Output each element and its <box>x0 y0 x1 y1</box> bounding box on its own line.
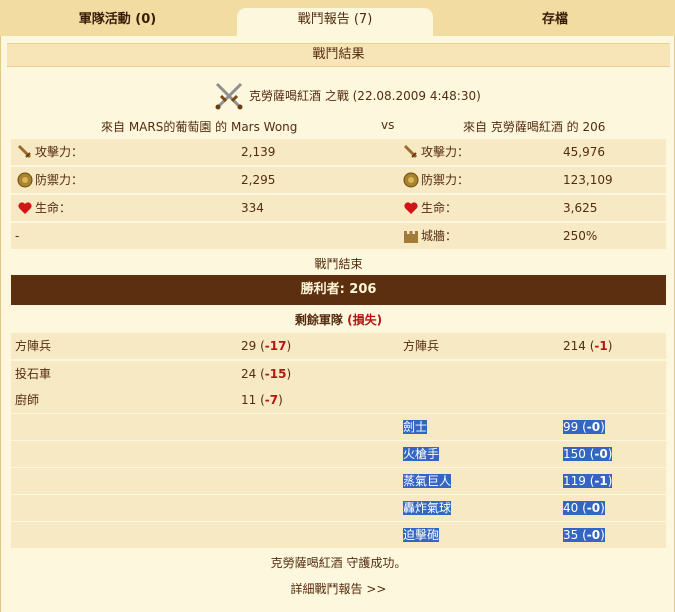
loss-label: (損失) <box>347 313 383 327</box>
attacker-life-value: 334 <box>241 201 264 215</box>
section-title: 戰鬥結果 <box>7 43 670 67</box>
battle-end-text: 戰鬥結束 <box>314 257 363 271</box>
attacker-attack-value: 2,139 <box>241 145 276 159</box>
unit-count: 24 (-15) <box>241 367 292 381</box>
attacker-name: 來自 MARS的葡萄園 的 Mars Wong <box>101 120 298 134</box>
shield-icon <box>17 172 33 188</box>
table-row: 迫擊砲 35 (-0) <box>11 522 666 548</box>
life-label: 生命： <box>35 201 72 215</box>
wall-icon <box>404 231 418 243</box>
sword-icon <box>403 144 418 159</box>
table-row: 投石車 24 (-15) <box>11 361 666 387</box>
unit-name: 火槍手 <box>403 447 440 461</box>
defense-label: 防禦力： <box>35 173 84 187</box>
life-label: 生命： <box>421 201 458 215</box>
unit-count: 99 (-0) <box>563 420 605 434</box>
stat-row-life: 生命： 334 生命： 3,625 <box>11 195 666 221</box>
versus-label: vs <box>381 118 395 132</box>
unit-name: 蒸氣巨人 <box>403 474 452 488</box>
unit-count: 150 (-0) <box>563 447 613 461</box>
table-row: 廚師 11 (-7) <box>11 387 666 413</box>
unit-name: 迫擊砲 <box>403 528 440 542</box>
defender-name: 來自 克勞薩喝紅酒 的 206 <box>463 120 606 134</box>
attack-label: 攻擊力： <box>421 145 470 159</box>
unit-count: 29 (-17) <box>241 339 292 353</box>
report-panel: 戰鬥結果 克勞薩喝紅酒 之戰 (22.08.2009 4:48:30) 來自 M… <box>0 36 675 612</box>
stat-row-wall: - 城牆： 250% <box>11 223 666 249</box>
unit-count: 35 (-0) <box>563 528 605 542</box>
attacker-defense-value: 2,295 <box>241 173 276 187</box>
table-row: 方陣兵 29 (-17) 方陣兵 214 (-1) <box>11 333 666 359</box>
unit-name: 方陣兵 <box>15 339 52 353</box>
table-row: 劍士 99 (-0) <box>11 414 666 440</box>
tab-troop-movements[interactable]: 軍隊活動 (0) <box>0 8 235 36</box>
tab-archive[interactable]: 存檔 <box>435 8 675 36</box>
unit-name: 投石車 <box>15 367 52 381</box>
defender-defense-value: 123,109 <box>563 173 613 187</box>
heart-icon <box>404 202 418 214</box>
unit-name: 劍士 <box>403 420 428 434</box>
tab-combat-reports[interactable]: 戰鬥報告 (7) <box>237 8 433 36</box>
stat-row-attack: 攻擊力： 2,139 攻擊力： 45,976 <box>11 139 666 165</box>
attacker-wall-value: - <box>15 229 20 243</box>
unit-count: 119 (-1) <box>563 474 613 488</box>
result-text: 克勞薩喝紅酒 守護成功。 <box>270 556 407 570</box>
unit-name: 方陣兵 <box>403 339 440 353</box>
combatants: 來自 MARS的葡萄園 的 Mars Wong vs 來自 克勞薩喝紅酒 的 2… <box>1 118 675 138</box>
unit-name: 廚師 <box>15 393 40 407</box>
table-row: 火槍手 150 (-0) <box>11 441 666 467</box>
remaining-label: 剩餘軍隊 <box>294 313 343 327</box>
unit-name: 轟炸氣球 <box>403 501 452 515</box>
remaining-troops-header: 剩餘軍隊 (損失) <box>1 311 675 328</box>
unit-count: 11 (-7) <box>241 393 283 407</box>
defender-life-value: 3,625 <box>563 201 598 215</box>
unit-count: 214 (-1) <box>563 339 613 353</box>
shield-icon <box>403 172 419 188</box>
winner-banner: 勝利者: 206 <box>11 275 666 305</box>
sword-icon <box>17 144 32 159</box>
attack-label: 攻擊力： <box>35 145 84 159</box>
unit-count: 40 (-0) <box>563 501 605 515</box>
heart-icon <box>18 202 32 214</box>
wall-label: 城牆： <box>421 229 458 243</box>
defender-attack-value: 45,976 <box>563 145 605 159</box>
stat-row-defense: 防禦力： 2,295 防禦力： 123,109 <box>11 167 666 193</box>
defense-label: 防禦力： <box>421 173 470 187</box>
tab-bar: 軍隊活動 (0) 戰鬥報告 (7) 存檔 <box>0 0 675 36</box>
table-row: 轟炸氣球 40 (-0) <box>11 495 666 521</box>
defender-wall-value: 250% <box>563 229 598 243</box>
crossed-swords-icon <box>215 82 243 110</box>
table-row: 蒸氣巨人 119 (-1) <box>11 468 666 494</box>
battle-title: 克勞薩喝紅酒 之戰 (22.08.2009 4:48:30) <box>249 89 481 103</box>
battle-header: 克勞薩喝紅酒 之戰 (22.08.2009 4:48:30) <box>1 81 675 111</box>
detailed-report-link[interactable]: 詳細戰鬥報告 >> <box>1 580 675 597</box>
